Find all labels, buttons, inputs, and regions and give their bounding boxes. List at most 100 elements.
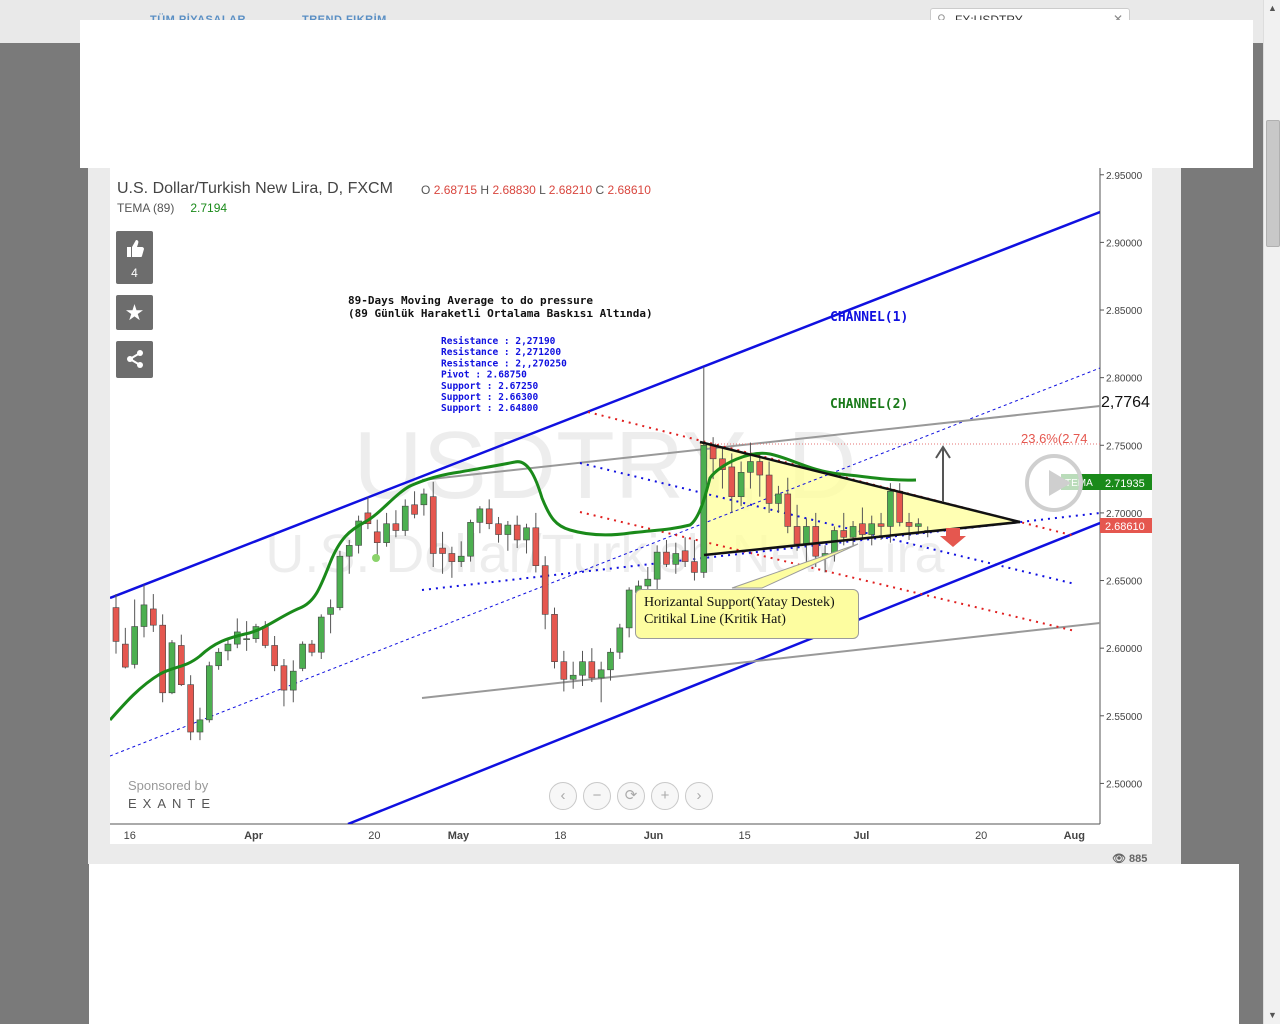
candle[interactable] [327,599,334,634]
candle[interactable] [280,658,288,707]
candle-body [560,661,568,680]
candle-body [261,626,269,646]
candle[interactable] [196,707,204,741]
low-label: L [539,183,546,197]
minus-icon: − [592,787,602,804]
candle[interactable] [625,587,633,638]
like-button[interactable]: 4 [116,231,153,284]
zoom-out-button[interactable]: − [583,782,611,810]
candle-body [457,555,465,562]
candle-body [271,645,278,667]
candle-body [840,530,848,538]
candle[interactable] [187,675,194,741]
page-scrollbar[interactable]: ▲ ▼ [1263,0,1280,1024]
candle[interactable] [607,648,614,681]
zoom-in-button[interactable]: + [651,782,679,810]
candle-body [392,523,400,531]
candle-body [709,444,717,460]
price-tick-label: 2.85000 [1106,306,1143,317]
candle-body [420,493,428,506]
candle[interactable] [700,366,708,578]
candle[interactable] [131,599,138,669]
callout-line2: Critikal Line (Kritik Hat) [644,612,786,627]
chart-panel[interactable]: 2.50000 2.55000 2.60000 2.65000 2.70000 2.750… [110,168,1152,844]
candle[interactable] [299,641,306,672]
reset-chart-button[interactable]: ⟳ [617,782,645,810]
time-tick-label: Apr [244,830,264,842]
candle-body [915,523,922,527]
candle-body [401,505,409,531]
time-tick-label: 20 [368,830,380,842]
time-tick-label: Jul [853,830,869,842]
plus-icon: + [660,787,670,804]
time-axis[interactable]: 16 Apr 20 May 18 Jun 15 Jul 20 Aug [124,830,1085,842]
candle[interactable] [206,661,213,723]
play-icon [1049,470,1071,496]
candle-body [224,643,232,652]
play-replay-button[interactable] [1025,454,1083,512]
candle[interactable] [532,512,540,573]
candle-body [653,551,661,580]
candle-body [299,643,306,669]
price-tick-label: 2.75000 [1106,441,1143,452]
candle[interactable] [178,634,185,687]
price-tick-label: 2.80000 [1106,374,1143,385]
candle[interactable] [243,621,250,651]
scrollbar-thumb[interactable] [1266,120,1280,247]
candle[interactable] [653,545,661,592]
candle[interactable] [308,640,316,657]
candle[interactable] [289,660,297,703]
candle[interactable] [252,623,260,643]
indicator-readout: TEMA (89) 2.7194 [117,201,227,215]
candle[interactable] [233,618,241,649]
sponsor-logo[interactable]: EXANTE [128,796,216,811]
candle-body [905,522,913,527]
candle-body [672,553,680,565]
candle[interactable] [541,556,549,630]
scroll-left-button[interactable]: ‹ [549,782,577,810]
level-line: Resistance : 2,,270250 [441,358,567,369]
candle[interactable] [616,623,624,659]
favorite-button[interactable]: ★ [116,295,153,330]
candle[interactable] [317,614,325,659]
scroll-right-button[interactable]: › [685,782,713,810]
time-tick-label: 16 [124,830,136,842]
candle[interactable] [467,519,474,562]
tema-tag-price: 2.71935 [1105,478,1145,490]
candle[interactable] [150,594,157,632]
share-button[interactable] [116,341,153,378]
candle[interactable] [551,607,558,669]
candle[interactable] [140,584,148,638]
scroll-down-icon[interactable]: ▼ [1264,1007,1280,1024]
level-2-7764-label: 2,7764 [1101,394,1150,411]
candle[interactable] [336,550,344,611]
scroll-up-icon[interactable]: ▲ [1264,0,1280,17]
ad-banner-bottom [89,864,1239,1024]
candle-body [196,719,204,733]
candle[interactable] [560,650,568,692]
candle[interactable] [215,648,222,670]
candle-body [625,589,633,629]
candle[interactable] [112,594,120,654]
candle-body [327,607,334,615]
high-label: H [480,183,490,197]
candle[interactable] [588,648,596,682]
candle[interactable] [896,483,904,527]
candle[interactable] [159,614,166,703]
candle-body [467,522,474,557]
candle[interactable] [597,661,605,703]
candle[interactable] [271,635,278,672]
candle[interactable] [224,638,232,661]
candle-body [849,526,857,538]
candle-body [812,526,820,557]
candle-body [336,555,344,608]
time-tick-label: May [448,830,470,842]
candle-body [569,674,577,680]
level-line: Support : 2.67250 [441,381,539,392]
price-tick-label: 2.65000 [1106,577,1143,588]
candle-body [345,545,353,557]
candle[interactable] [569,661,577,689]
candle[interactable] [122,627,129,669]
candle-body [681,550,689,562]
chart-canvas[interactable]: 2.500002.550002.600002.650002.700002.750… [110,168,1152,844]
